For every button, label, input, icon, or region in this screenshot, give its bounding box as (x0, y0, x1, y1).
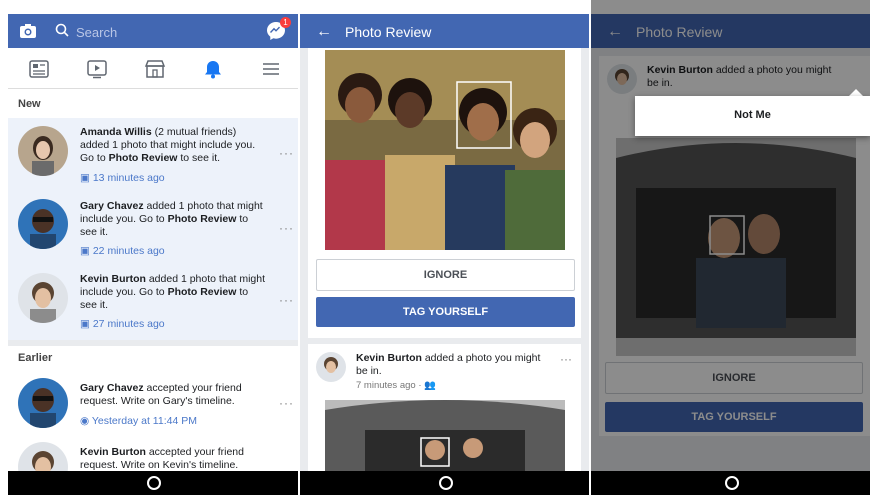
section-divider (8, 340, 298, 346)
tab-menu[interactable] (260, 59, 282, 79)
photo-review-screen: ← Photo Review IGNORE TAG YOURSELF Kevin… (300, 0, 589, 495)
avatar (316, 352, 346, 382)
timestamp-text: 22 minutes ago (92, 245, 165, 257)
photo-review-card: IGNORE TAG YOURSELF (308, 48, 581, 338)
notification-text: Amanda Willis (2 mutual friends) added 1… (80, 126, 265, 165)
tab-notifications[interactable] (202, 59, 224, 79)
photo-review-card: Kevin Burton added a photo you might be … (308, 344, 581, 474)
notification-item[interactable]: Amanda Willis (2 mutual friends) added 1… (8, 118, 298, 193)
ignore-button[interactable]: IGNORE (316, 259, 575, 291)
notification-item[interactable]: Kevin Burton added 1 photo that might in… (8, 265, 298, 340)
review-photo[interactable] (325, 400, 565, 474)
top-bar: ← Photo Review (300, 14, 589, 48)
avatar (18, 199, 68, 249)
post-timestamp: 7 minutes ago · 👥 (356, 380, 436, 391)
notification-end: to see it. (177, 152, 221, 164)
tag-yourself-button[interactable]: TAG YOURSELF (316, 297, 575, 327)
timestamp-text: 7 minutes ago · (356, 380, 422, 391)
timestamp-text: 27 minutes ago (92, 318, 165, 330)
notification-item[interactable]: Gary Chavez added 1 photo that might inc… (8, 193, 298, 265)
more-options-button[interactable]: ··· (279, 146, 294, 160)
photo-icon: ▣ (80, 245, 93, 257)
home-button[interactable] (147, 476, 161, 490)
tab-marketplace[interactable] (144, 59, 166, 79)
android-nav-bar (591, 471, 870, 495)
more-options-button[interactable]: ··· (560, 352, 572, 366)
notification-text: Kevin Burton added 1 photo that might in… (80, 273, 265, 312)
photo-review-link[interactable]: Photo Review (168, 213, 237, 225)
more-options-button[interactable]: ··· (279, 293, 294, 307)
notification-text: Gary Chavez added 1 photo that might inc… (80, 200, 265, 239)
actor-name: Gary Chavez (80, 200, 144, 212)
more-options-button[interactable]: ··· (279, 221, 294, 235)
status-bar (300, 0, 589, 14)
section-new-heading: New (18, 98, 41, 110)
camera-icon[interactable] (19, 22, 37, 40)
android-nav-bar (300, 471, 589, 495)
timestamp: ▣ 27 minutes ago (80, 318, 165, 330)
android-nav-bar (8, 471, 298, 495)
tab-news-feed[interactable] (28, 59, 50, 79)
timestamp: ▣ 22 minutes ago (80, 245, 165, 257)
timestamp-text: Yesterday at 11:44 PM (91, 415, 197, 427)
avatar (18, 126, 68, 176)
status-bar (8, 0, 298, 14)
photo-review-menu-screen: ← Photo Review Kevin Burton added a phot… (591, 0, 870, 495)
notification-item[interactable]: Gary Chavez accepted your friend request… (8, 372, 298, 434)
section-earlier-heading: Earlier (18, 352, 53, 364)
search-icon (55, 23, 69, 37)
avatar (18, 273, 68, 323)
photo-review-link[interactable]: Photo Review (109, 152, 178, 164)
search-input[interactable] (74, 21, 228, 43)
tab-bar (8, 50, 298, 89)
actor-name: Gary Chavez (80, 382, 144, 394)
options-menu: Not Me (635, 96, 870, 136)
photo-review-link[interactable]: Photo Review (168, 286, 237, 298)
actor-name: Kevin Burton (80, 446, 146, 458)
timestamp: ◉ Yesterday at 11:44 PM (80, 415, 197, 427)
actor-name: Amanda Willis (80, 126, 152, 138)
notification-text: Gary Chavez accepted your friend request… (80, 382, 265, 408)
notifications-screen: 1 New Amanda Willis (2 mutual friends) a… (8, 0, 298, 495)
avatar (18, 378, 68, 428)
top-bar: 1 (8, 14, 298, 48)
menu-caret (849, 89, 863, 96)
friend-accept-icon: ◉ (80, 415, 92, 427)
home-button[interactable] (724, 476, 739, 490)
photo-icon: ▣ (80, 172, 93, 184)
review-photo[interactable] (325, 50, 565, 250)
timestamp-text: 13 minutes ago (92, 172, 165, 184)
timestamp: ▣ 13 minutes ago (80, 172, 165, 184)
home-button[interactable] (438, 476, 453, 490)
messenger-badge: 1 (280, 17, 291, 28)
friends-icon: 👥 (424, 380, 436, 391)
tab-watch[interactable] (86, 59, 108, 79)
back-arrow-icon[interactable]: ← (316, 23, 332, 41)
post-author[interactable]: Kevin Burton (356, 352, 422, 364)
more-options-button[interactable]: ··· (279, 396, 294, 410)
actor-name: Kevin Burton (80, 273, 146, 285)
page-title: Photo Review (345, 24, 432, 40)
dim-overlay[interactable] (591, 0, 870, 495)
not-me-option[interactable]: Not Me (635, 109, 870, 121)
post-text: Kevin Burton added a photo you might be … (356, 352, 551, 378)
photo-icon: ▣ (80, 318, 93, 330)
notification-text: Kevin Burton accepted your friend reques… (80, 446, 265, 472)
